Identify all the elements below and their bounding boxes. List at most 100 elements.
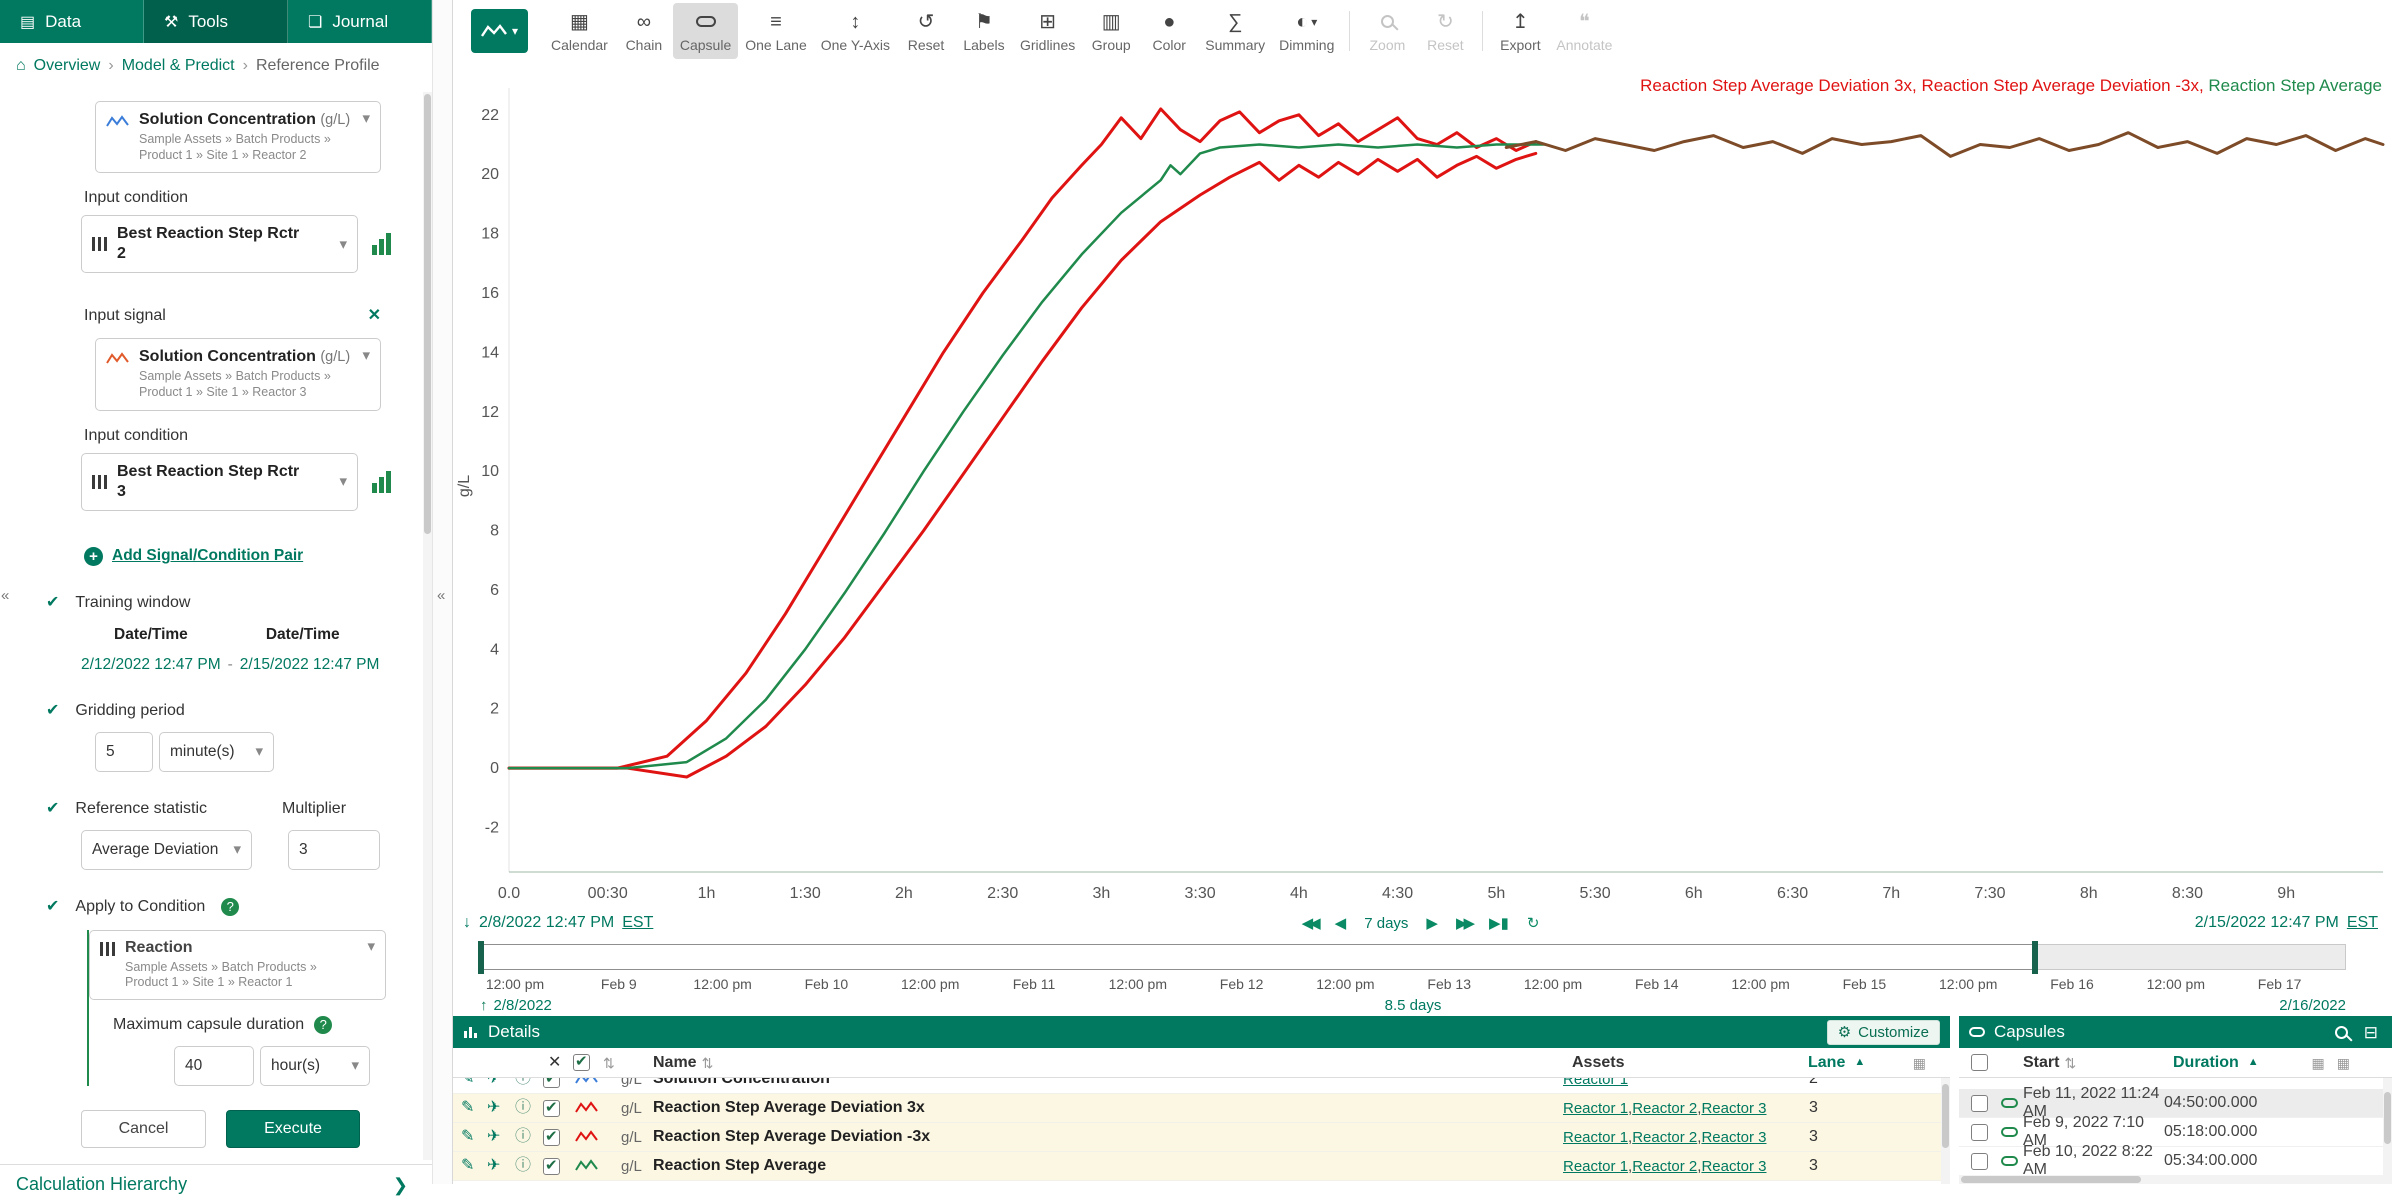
gridding-unit-select[interactable]: minute(s) ▾ bbox=[159, 732, 274, 772]
step-forward-icon[interactable]: ▶ bbox=[1426, 916, 1438, 931]
timezone-link[interactable]: EST bbox=[2347, 914, 2378, 932]
toolbar-color-button[interactable]: ●Color bbox=[1140, 3, 1198, 59]
collapse-sidebar-icon[interactable]: « bbox=[1, 588, 9, 603]
lane-column-header[interactable]: Lane bbox=[1808, 1054, 1845, 1072]
edit-icon[interactable]: ✎ bbox=[461, 1078, 487, 1087]
input-condition-2-select[interactable]: Best Reaction Step Rctr 3 ▾ bbox=[81, 453, 358, 511]
range-handle-right[interactable] bbox=[2032, 941, 2038, 974]
add-signal-condition-pair-link[interactable]: + Add Signal/Condition Pair bbox=[84, 547, 423, 566]
toolbar-export-button[interactable]: ↥Export bbox=[1491, 3, 1549, 59]
display-range-start[interactable]: 2/8/2022 12:47 PM bbox=[479, 914, 614, 932]
start-column-header[interactable]: Start bbox=[2023, 1054, 2059, 1072]
histogram-icon[interactable] bbox=[372, 471, 391, 493]
asset-link[interactable]: Reactor 1 bbox=[1563, 1129, 1628, 1146]
investigate-start[interactable]: 2/8/2022 bbox=[494, 997, 552, 1014]
apply-condition-select[interactable]: Reaction Sample Assets » Batch Products … bbox=[89, 930, 386, 1000]
toolbar-one-lane-button[interactable]: ≡One Lane bbox=[738, 3, 814, 59]
investigate-span[interactable]: 8.5 days bbox=[1385, 997, 1442, 1014]
edit-icon[interactable]: ✎ bbox=[461, 1158, 487, 1174]
toolbar-labels-button[interactable]: ⚑Labels bbox=[955, 3, 1013, 59]
cancel-button[interactable]: Cancel bbox=[81, 1110, 206, 1148]
scrollbar-thumb[interactable] bbox=[424, 94, 431, 534]
select-all-capsules-checkbox[interactable] bbox=[1971, 1054, 1988, 1071]
duration-selector-track[interactable] bbox=[480, 944, 2346, 970]
toolbar-gridlines-button[interactable]: ⊞Gridlines bbox=[1013, 3, 1082, 59]
refresh-icon[interactable]: ↻ bbox=[1527, 916, 1540, 931]
trend-view-button[interactable]: ▾ bbox=[471, 9, 528, 53]
row-checkbox[interactable] bbox=[543, 1078, 560, 1088]
customize-button[interactable]: ⚙ Customize bbox=[1827, 1020, 1940, 1045]
table-options-icon[interactable]: ▦ bbox=[2337, 1056, 2350, 1070]
toolbar-calendar-button[interactable]: ▦Calendar bbox=[544, 3, 615, 59]
asset-link[interactable]: Reactor 1 bbox=[1563, 1158, 1628, 1175]
calculation-hierarchy-bar[interactable]: Calculation Hierarchy ❯ bbox=[0, 1164, 432, 1204]
send-icon[interactable]: ✈ bbox=[487, 1158, 515, 1174]
capsule-row[interactable]: Feb 10, 2022 8:22 AM05:34:00.000 bbox=[1959, 1147, 2383, 1176]
row-checkbox[interactable] bbox=[543, 1129, 560, 1146]
toolbar-one-y-axis-button[interactable]: ↕One Y-Axis bbox=[814, 3, 897, 59]
gridding-period-input[interactable] bbox=[95, 732, 153, 772]
scrollbar-thumb[interactable] bbox=[2384, 1092, 2391, 1144]
toolbar-dimming-button[interactable]: ◐▾Dimming bbox=[1272, 3, 1341, 59]
details-row[interactable]: ✎✈ⓘg/LSolution ConcentrationReactor 12 bbox=[453, 1078, 1941, 1094]
asset-link[interactable]: Reactor 3 bbox=[1701, 1100, 1766, 1117]
asset-link[interactable]: Reactor 2 bbox=[1632, 1158, 1697, 1175]
details-row[interactable]: ✎✈ⓘg/LReaction Step AverageReactor 1, Re… bbox=[453, 1152, 1941, 1181]
max-capsule-duration-input[interactable] bbox=[174, 1046, 254, 1086]
help-icon[interactable]: ? bbox=[221, 898, 239, 916]
execute-button[interactable]: Execute bbox=[226, 1110, 360, 1148]
remove-signal-icon[interactable]: ✕ bbox=[368, 308, 381, 324]
toolbar-capsule-button[interactable]: Capsule bbox=[673, 3, 738, 59]
range-handle-left[interactable] bbox=[478, 941, 484, 974]
capsules-scrollbar[interactable] bbox=[2383, 1078, 2392, 1184]
table-options-icon[interactable]: ▦ bbox=[2312, 1056, 2325, 1070]
send-icon[interactable]: ✈ bbox=[487, 1129, 515, 1145]
breadcrumb-model-predict[interactable]: Model & Predict bbox=[122, 57, 235, 75]
duration-link[interactable]: 7 days bbox=[1364, 915, 1408, 932]
max-duration-unit-select[interactable]: hour(s) ▾ bbox=[260, 1046, 370, 1086]
row-checkbox[interactable] bbox=[543, 1100, 560, 1117]
asset-link[interactable]: Reactor 2 bbox=[1632, 1100, 1697, 1117]
input-signal-2-select[interactable]: Solution Concentration (g/L) Sample Asse… bbox=[95, 338, 381, 410]
capsule-checkbox[interactable] bbox=[1971, 1095, 1988, 1112]
fast-forward-icon[interactable]: ▶▶ bbox=[1456, 916, 1471, 931]
training-start-link[interactable]: 2/12/2022 12:47 PM bbox=[81, 656, 221, 673]
skip-to-end-icon[interactable]: ▶▮ bbox=[1489, 916, 1509, 931]
asset-link[interactable]: Reactor 3 bbox=[1701, 1129, 1766, 1146]
trend-chart[interactable]: -202468101214161820220.000:301h1:302h2:3… bbox=[453, 62, 2392, 910]
send-icon[interactable]: ✈ bbox=[487, 1100, 515, 1116]
legend-item[interactable]: Reaction Step Average Deviation 3x, bbox=[1640, 76, 1921, 95]
tab-data[interactable]: ▤Data bbox=[0, 0, 144, 43]
edit-icon[interactable]: ✎ bbox=[461, 1100, 487, 1116]
row-checkbox[interactable] bbox=[543, 1158, 560, 1175]
breadcrumb-overview[interactable]: Overview bbox=[34, 57, 101, 75]
multiplier-input[interactable] bbox=[288, 830, 380, 870]
investigate-end[interactable]: 2/16/2022 bbox=[2279, 997, 2346, 1014]
capsule-checkbox[interactable] bbox=[1971, 1153, 1988, 1170]
home-icon[interactable]: ⌂ bbox=[16, 58, 26, 74]
sort-icon[interactable]: ⇅ bbox=[603, 1056, 653, 1070]
step-back-icon[interactable]: ◀ bbox=[1335, 916, 1347, 931]
duration-column-header[interactable]: Duration bbox=[2173, 1054, 2239, 1072]
tool-panel-scrollbar[interactable] bbox=[423, 92, 432, 1160]
name-column-header[interactable]: Name bbox=[653, 1054, 697, 1072]
toolbar-reset-button[interactable]: ↺Reset bbox=[897, 3, 955, 59]
duration-selector-range[interactable] bbox=[480, 944, 2036, 970]
collapse-panel-icon[interactable]: ⊟ bbox=[2364, 1024, 2378, 1041]
asset-link[interactable]: Reactor 3 bbox=[1701, 1158, 1766, 1175]
details-row[interactable]: ✎✈ⓘg/LReaction Step Average Deviation -3… bbox=[453, 1123, 1941, 1152]
asset-link[interactable]: Reactor 1 bbox=[1563, 1078, 1628, 1088]
toolbar-summary-button[interactable]: ∑Summary bbox=[1198, 3, 1272, 59]
search-icon[interactable] bbox=[2335, 1026, 2348, 1039]
asset-link[interactable]: Reactor 1 bbox=[1563, 1100, 1628, 1117]
info-icon[interactable]: ⓘ bbox=[515, 1100, 543, 1116]
display-range-end[interactable]: 2/15/2022 12:47 PM bbox=[2195, 914, 2339, 932]
input-signal-1-select[interactable]: Solution Concentration (g/L) Sample Asse… bbox=[95, 101, 381, 173]
tab-journal[interactable]: ❏Journal bbox=[288, 0, 432, 43]
scrollbar-thumb[interactable] bbox=[1961, 1176, 2141, 1183]
select-all-checkbox[interactable] bbox=[573, 1054, 590, 1071]
details-scrollbar[interactable] bbox=[1941, 1078, 1950, 1184]
help-icon[interactable]: ? bbox=[314, 1016, 332, 1034]
table-options-icon[interactable]: ▦ bbox=[1913, 1056, 1926, 1070]
scrollbar-thumb[interactable] bbox=[1942, 1084, 1949, 1148]
